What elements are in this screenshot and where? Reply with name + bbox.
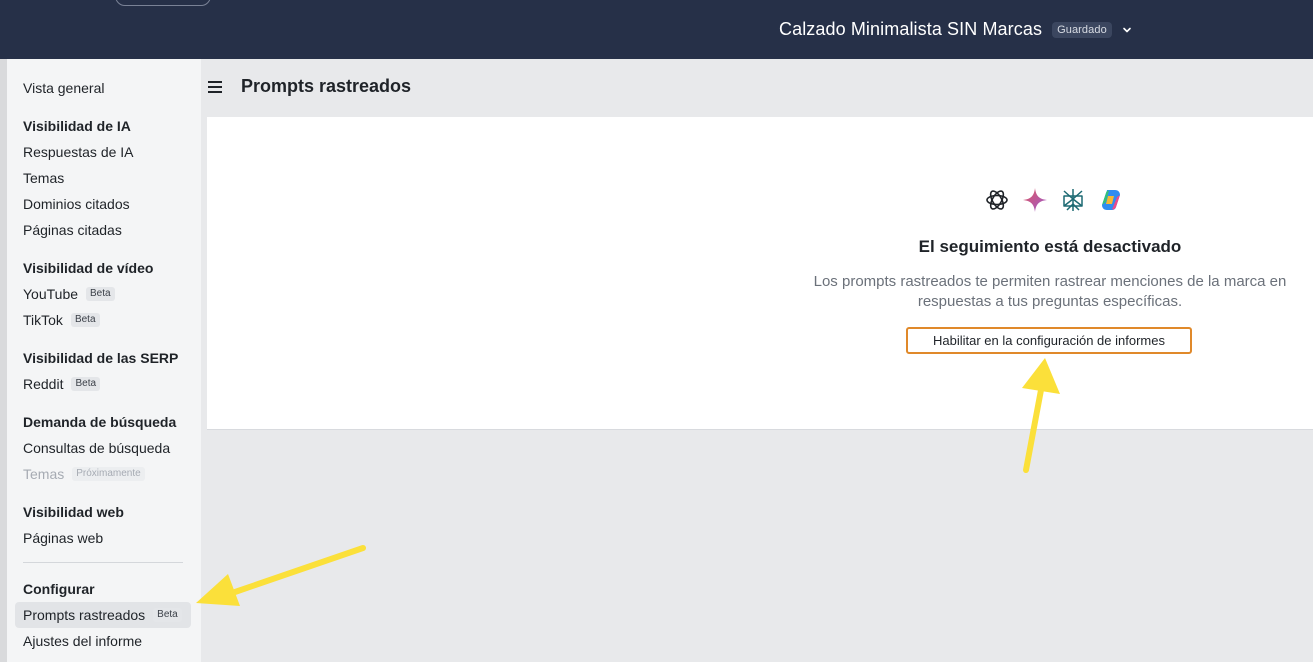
- empty-state-description: Los prompts rastreados te permiten rastr…: [813, 273, 1287, 310]
- section-heading: Visibilidad de IA: [23, 118, 131, 134]
- project-name: Calzado Minimalista SIN Marcas: [779, 19, 1043, 39]
- section-ai-visibility: Visibilidad de IA: [23, 118, 131, 134]
- sidebar: Vista general Visibilidad de IA Respuest…: [7, 59, 201, 662]
- sidebar-divider: [23, 562, 183, 563]
- empty-state-title: El seguimiento está desactivado: [918, 237, 1182, 256]
- section-web-visibility: Visibilidad web: [23, 504, 124, 520]
- gemini-icon: [1023, 188, 1047, 212]
- sidebar-item-label: YouTube: [23, 286, 79, 302]
- sidebar-item-overview[interactable]: Vista general: [23, 80, 104, 96]
- top-bar: Calzado Minimalista SIN Marcas Guardado: [0, 0, 1313, 59]
- sidebar-item-topics-soon: Temas Próximamente: [23, 466, 145, 482]
- sidebar-item-label: Páginas citadas: [23, 222, 122, 238]
- section-heading: Configurar: [23, 581, 95, 597]
- sidebar-item-label: Temas: [23, 170, 65, 186]
- sidebar-item-reddit[interactable]: Reddit Beta: [23, 376, 101, 392]
- window-edge: [0, 0, 7, 662]
- annotation-arrow-left: [196, 545, 366, 606]
- hamburger-menu-icon[interactable]: [207, 80, 223, 94]
- coming-soon-badge: Próximamente: [72, 467, 145, 481]
- top-pill-button[interactable]: [115, 0, 211, 6]
- section-heading: Visibilidad web: [23, 504, 124, 520]
- sidebar-item-ai-responses[interactable]: Respuestas de IA: [23, 144, 134, 160]
- sidebar-item-topics[interactable]: Temas: [23, 170, 64, 186]
- beta-badge: Beta: [153, 608, 182, 622]
- chatgpt-icon: [986, 190, 1008, 210]
- beta-badge: Beta: [71, 377, 101, 391]
- sidebar-item-label: Páginas web: [23, 530, 104, 546]
- chevron-down-icon[interactable]: [1120, 23, 1134, 37]
- enable-in-report-settings-button[interactable]: Habilitar en la configuración de informe…: [906, 327, 1192, 354]
- section-search-demand: Demanda de búsqueda: [23, 414, 176, 430]
- sidebar-item-tracked-prompts[interactable]: Prompts rastreados Beta: [23, 607, 182, 623]
- sidebar-item-youtube[interactable]: YouTube Beta: [23, 286, 115, 302]
- sidebar-item-search-queries[interactable]: Consultas de búsqueda: [23, 440, 170, 456]
- page-title: Prompts rastreados: [241, 76, 412, 96]
- ai-provider-icons: [984, 187, 1124, 213]
- sidebar-item-label: Respuestas de IA: [23, 144, 134, 160]
- copilot-icon: [1102, 190, 1120, 210]
- page-header: Prompts rastreados: [207, 76, 411, 97]
- sidebar-item-label: Dominios citados: [23, 196, 130, 212]
- sidebar-item-label: Reddit: [23, 376, 64, 392]
- sidebar-item-cited-domains[interactable]: Dominios citados: [23, 196, 130, 212]
- sidebar-item-label: Prompts rastreados: [23, 607, 146, 623]
- beta-badge: Beta: [86, 287, 115, 301]
- sidebar-item-label: TikTok: [23, 312, 63, 328]
- sidebar-item-label: Vista general: [23, 80, 105, 96]
- saved-badge: Guardado: [1052, 21, 1112, 38]
- section-configure: Configurar: [23, 581, 95, 597]
- perplexity-icon: [1063, 189, 1083, 211]
- sidebar-item-label: Ajustes del informe: [23, 633, 143, 649]
- section-heading: Demanda de búsqueda: [23, 414, 177, 430]
- sidebar-item-web-pages[interactable]: Páginas web: [23, 530, 103, 546]
- project-selector[interactable]: Calzado Minimalista SIN Marcas Guardado: [779, 19, 1134, 40]
- section-heading: Visibilidad de las SERP: [23, 350, 179, 366]
- section-video-visibility: Visibilidad de vídeo: [23, 260, 153, 276]
- sidebar-item-cited-pages[interactable]: Páginas citadas: [23, 222, 122, 238]
- sidebar-item-tiktok[interactable]: TikTok Beta: [23, 312, 100, 328]
- sidebar-item-report-settings[interactable]: Ajustes del informe: [23, 633, 142, 649]
- sidebar-item-label: Temas: [23, 466, 65, 482]
- sidebar-item-label: Consultas de búsqueda: [23, 440, 171, 456]
- section-serp-visibility: Visibilidad de las SERP: [23, 350, 178, 366]
- section-heading: Visibilidad de vídeo: [23, 260, 154, 276]
- beta-badge: Beta: [70, 313, 100, 327]
